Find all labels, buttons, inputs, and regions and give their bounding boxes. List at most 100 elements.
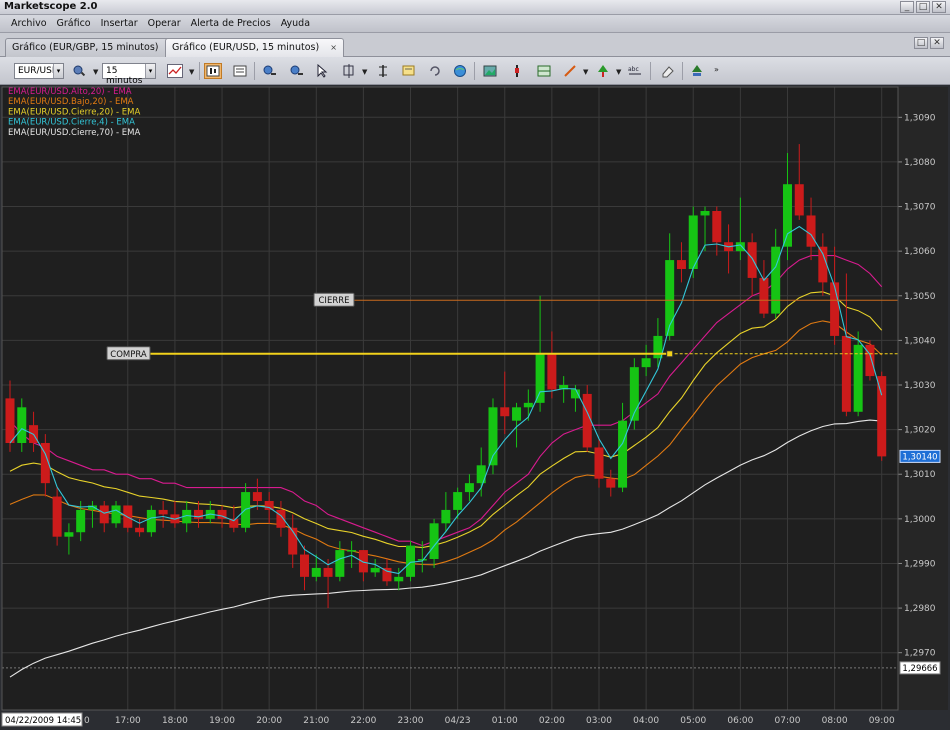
price-tick-label: 1,2990 <box>904 559 936 569</box>
time-tick-label: 17:00 <box>115 716 141 726</box>
restore-chart-button[interactable]: □ <box>914 37 928 49</box>
price-tick-label: 1,3030 <box>904 381 936 391</box>
candle-view-icon[interactable] <box>204 63 222 79</box>
candle-body <box>394 576 404 582</box>
price-tick-label: 1,2970 <box>904 649 936 659</box>
tab-label: Gráfico (EUR/USD, 15 minutos) <box>172 42 320 53</box>
menu-insertar[interactable]: Insertar <box>96 18 143 29</box>
time-tick-label: 05:00 <box>680 716 706 726</box>
candle-body <box>406 545 416 577</box>
price-tick-label: 1,3000 <box>904 515 936 525</box>
price-tick-label: 1,3040 <box>904 336 936 346</box>
candle-body <box>700 211 710 216</box>
chevron-down-icon[interactable]: ▼ <box>362 68 367 76</box>
time-tick-label: 19:00 <box>209 716 235 726</box>
candle-body <box>782 184 792 247</box>
table-view-icon[interactable] <box>231 63 249 79</box>
menu-alerta-de-precios[interactable]: Alerta de Precios <box>186 18 276 29</box>
menu-archivo[interactable]: Archivo <box>6 18 52 29</box>
toolbar-separator <box>650 62 651 80</box>
crosshair-icon[interactable] <box>340 63 358 79</box>
price-chart[interactable]: 1,3090 1,3080 1,3070 1,3060 1,3050 1,3040 1,30… <box>0 85 950 730</box>
time-tick-label: 01:00 <box>492 716 518 726</box>
toolbar-separator <box>682 62 683 80</box>
candle-body <box>99 505 109 524</box>
candle-body <box>606 478 616 488</box>
candle-body <box>300 554 309 577</box>
tab-eur-gbp[interactable]: Gráfico (EUR/GBP, 15 minutos) × <box>5 38 184 57</box>
candle-body <box>841 335 851 412</box>
candle-body <box>865 344 875 377</box>
menu-ayuda[interactable]: Ayuda <box>276 18 315 29</box>
toolbar-overflow-icon[interactable]: » <box>714 65 719 74</box>
candle-body <box>64 532 74 537</box>
chevron-down-icon[interactable]: ▼ <box>616 68 621 76</box>
chart-canvas[interactable]: 1,3090 1,3080 1,3070 1,3060 1,3050 1,3040 1,30… <box>0 85 950 730</box>
cursor-icon[interactable] <box>313 63 331 79</box>
globe-icon[interactable] <box>451 63 469 79</box>
candle-body <box>523 402 533 408</box>
time-tick-label: 07:00 <box>775 716 801 726</box>
candle-body <box>441 509 451 524</box>
candle-body <box>464 483 474 493</box>
zoom-out-icon[interactable] <box>288 63 306 79</box>
zoom-in-icon[interactable] <box>261 63 279 79</box>
chevron-down-icon[interactable]: ▼ <box>583 68 588 76</box>
refresh-icon[interactable] <box>426 63 444 79</box>
minimize-button[interactable]: _ <box>900 1 914 13</box>
vertical-line-icon[interactable] <box>508 63 526 79</box>
candle-body <box>676 260 686 269</box>
close-button[interactable]: ✕ <box>932 1 946 13</box>
maximize-button[interactable]: □ <box>916 1 930 13</box>
price-tick-label: 1,3080 <box>904 158 936 168</box>
text-note-icon[interactable] <box>400 63 418 79</box>
tree-icon[interactable] <box>688 63 706 79</box>
candle-body <box>641 358 651 368</box>
picture-icon[interactable] <box>481 63 499 79</box>
toolbar-separator <box>199 62 200 80</box>
menu-operar[interactable]: Operar <box>143 18 186 29</box>
price-tick-label: 1,3060 <box>904 247 936 257</box>
time-tick-label: 03:00 <box>586 716 612 726</box>
trend-icon[interactable] <box>594 63 612 79</box>
price-tick-label: 1,3050 <box>904 292 936 302</box>
toolbar-separator <box>474 62 475 80</box>
time-tick-label: 23:00 <box>398 716 424 726</box>
start-date-label: 04/22/2009 14:45 <box>5 716 81 726</box>
candle-body <box>794 184 804 216</box>
tab-eur-usd[interactable]: Gráfico (EUR/USD, 15 minutos) × <box>165 38 344 57</box>
tab-close-icon[interactable]: × <box>330 43 337 52</box>
candle-body <box>264 501 274 510</box>
chevron-down-icon[interactable]: ▼ <box>189 68 194 76</box>
indicator-icon[interactable] <box>374 63 392 79</box>
line-chart-icon[interactable] <box>166 63 184 79</box>
candle-body <box>335 550 345 577</box>
time-tick-label: 09:00 <box>869 716 895 726</box>
candle-body <box>370 567 380 573</box>
candle-body <box>806 215 816 247</box>
chart-toolbar: EUR/USD ▾ ▼ 15 minutos ▾ ▼ ▼ ▼ ▼ abc » <box>0 57 950 86</box>
menu-grafico[interactable]: Gráfico <box>52 18 96 29</box>
time-tick-label: 04/23 <box>445 716 471 726</box>
magnifier-settings-icon[interactable] <box>70 63 88 79</box>
legend-entry: EMA(EUR/USD.Cierre,4) - EMA <box>8 118 135 128</box>
time-tick-label: 06:00 <box>727 716 753 726</box>
chevron-down-icon[interactable]: ▼ <box>93 68 98 76</box>
timeframe-select[interactable]: 15 minutos ▾ <box>102 63 156 86</box>
pen-draw-icon[interactable] <box>561 63 579 79</box>
price-axis-panel <box>898 87 948 710</box>
candle-body <box>759 277 769 314</box>
candle-body <box>311 567 321 577</box>
candle-body <box>52 496 62 537</box>
cierre-label: CIERRE <box>319 296 350 306</box>
symbol-select[interactable]: EUR/USD ▾ <box>14 63 64 79</box>
close-chart-button[interactable]: ✕ <box>930 37 944 49</box>
candle-body <box>547 353 557 390</box>
candle-body <box>618 420 628 488</box>
candle-body <box>146 509 156 533</box>
eraser-icon[interactable] <box>659 63 677 79</box>
candle-body <box>135 527 145 533</box>
abc-icon[interactable]: abc <box>626 63 644 79</box>
grid-icon[interactable] <box>535 63 553 79</box>
candle-body <box>747 242 757 278</box>
